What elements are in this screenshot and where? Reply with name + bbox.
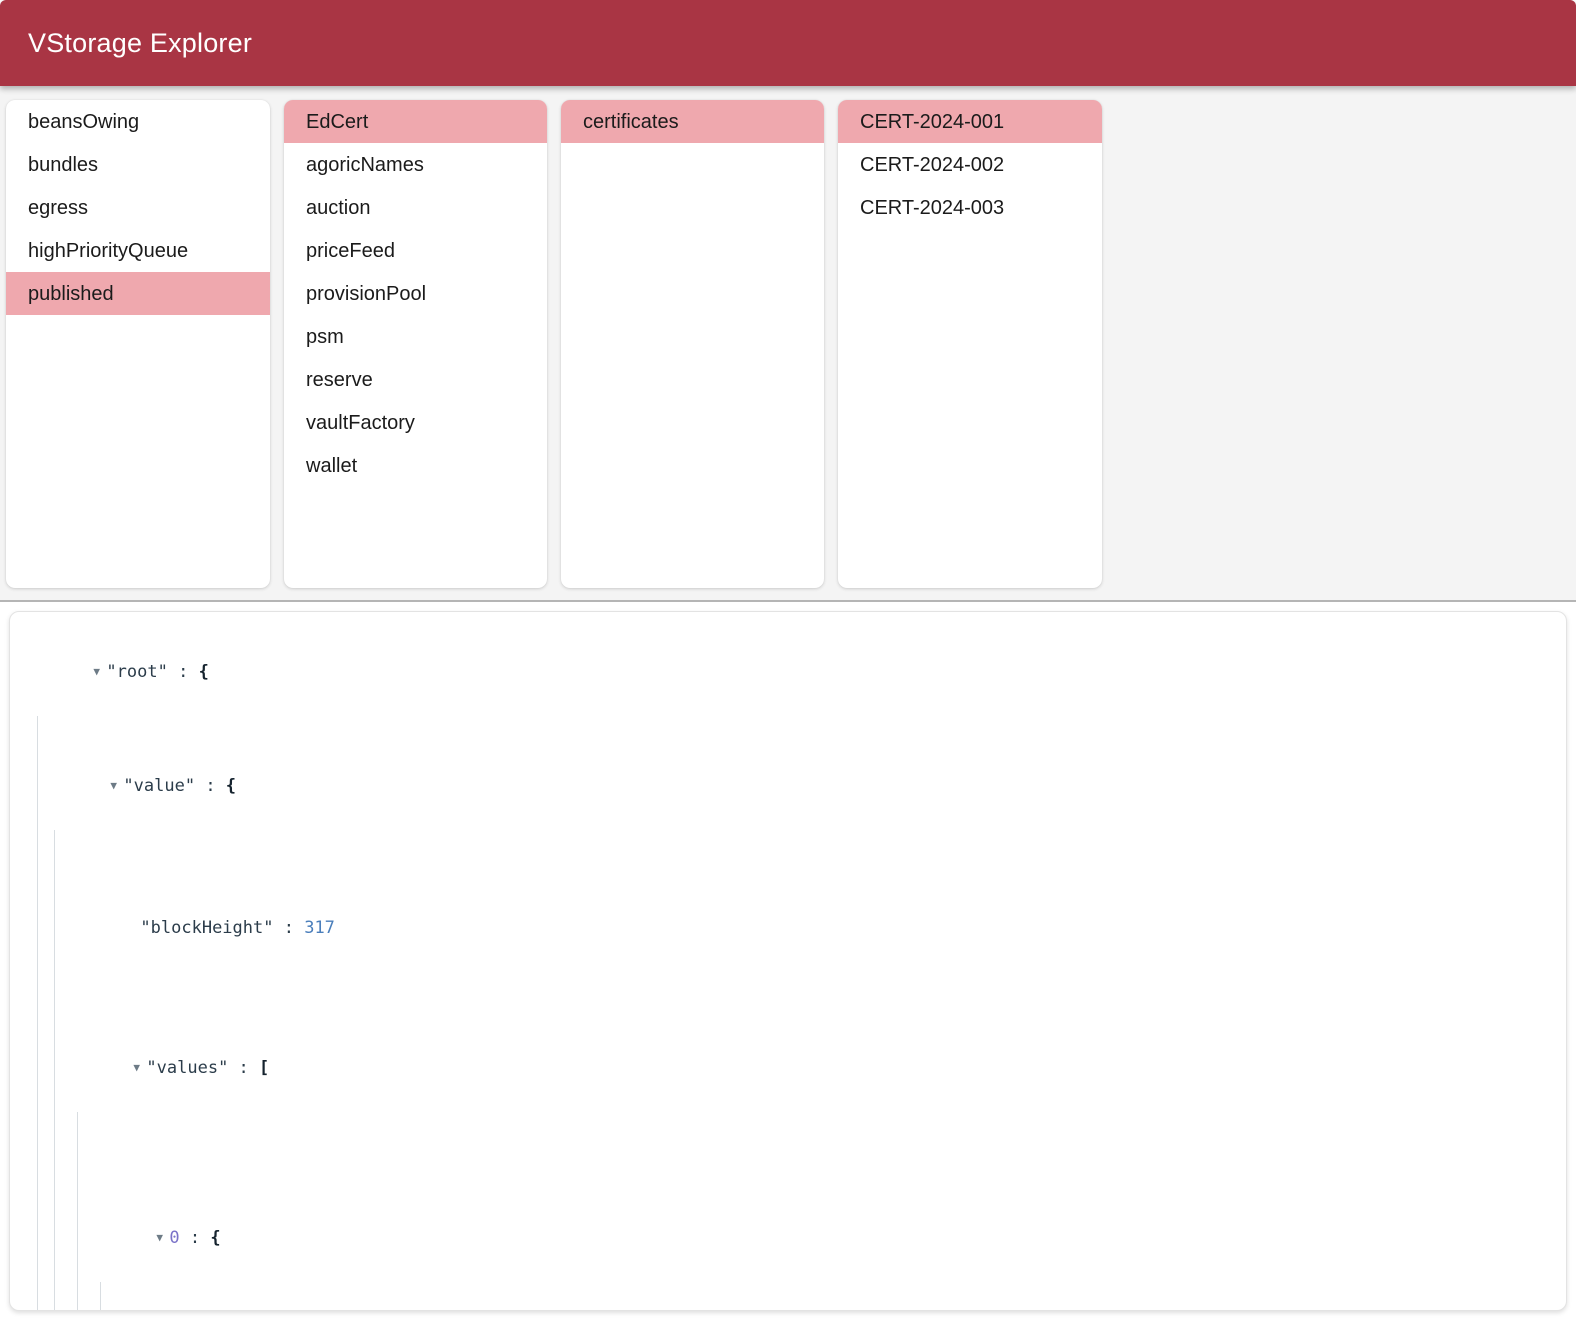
- json-open-brace: {: [225, 776, 237, 796]
- list-certificates: CERT-2024-001 CERT-2024-002 CERT-2024-00…: [838, 100, 1102, 229]
- json-number-value: 317: [304, 918, 335, 938]
- indent-guide: [54, 1282, 55, 1310]
- json-node-values[interactable]: ▼ "values" : [: [32, 970, 1566, 1112]
- section-divider: [0, 600, 1576, 602]
- indent-guide: [54, 830, 55, 970]
- json-node-root[interactable]: ▼ "root" : {: [32, 630, 1566, 716]
- json-node-index-0[interactable]: ▼ 0 : {: [32, 1112, 1566, 1282]
- page-title: VStorage Explorer: [28, 27, 253, 58]
- indent-guide: [37, 970, 38, 1112]
- list-item-selected-certificates[interactable]: certificates: [561, 100, 824, 143]
- indent-guide: [37, 830, 38, 970]
- chevron-down-icon[interactable]: ▼: [156, 1224, 169, 1252]
- browser-column-root: beansOwing bundles egress highPriorityQu…: [6, 100, 270, 588]
- indent-guide: [54, 1112, 55, 1282]
- list-item[interactable]: provisionPool: [284, 272, 547, 315]
- json-array-index: 0: [169, 1228, 180, 1248]
- list-item[interactable]: reserve: [284, 358, 547, 401]
- list-item-selected-cert-001[interactable]: CERT-2024-001: [838, 100, 1102, 143]
- json-colon: :: [195, 776, 226, 796]
- json-open-bracket: [: [259, 1058, 270, 1078]
- json-colon: :: [167, 662, 199, 682]
- indent-guide: [54, 970, 55, 1112]
- list-item[interactable]: psm: [284, 315, 547, 358]
- column-browser: beansOwing bundles egress highPriorityQu…: [0, 86, 1576, 600]
- list-item[interactable]: bundles: [6, 143, 270, 186]
- list-item[interactable]: priceFeed: [284, 229, 547, 272]
- json-key: "blockHeight": [140, 918, 274, 938]
- json-field-achievements: "achievements" : "Dean's List 2022-2024: [32, 1282, 1566, 1310]
- indent-guide: [37, 716, 38, 830]
- browser-column-edcert: certificates: [561, 100, 824, 588]
- list-root: beansOwing bundles egress highPriorityQu…: [6, 100, 270, 315]
- chevron-down-icon[interactable]: ▼: [133, 1054, 146, 1082]
- chevron-down-icon[interactable]: ▼: [93, 658, 106, 686]
- json-key: "value": [123, 776, 196, 796]
- list-item[interactable]: wallet: [284, 444, 547, 487]
- list-item-selected-edcert[interactable]: EdCert: [284, 100, 547, 143]
- json-viewer-panel: ▼ "root" : { ▼ "value" : { "blockHeight" :…: [9, 611, 1567, 1311]
- list-item[interactable]: egress: [6, 186, 270, 229]
- indent-guide: [77, 1282, 78, 1310]
- json-node-blockheight: "blockHeight" : 317: [32, 830, 1566, 970]
- list-edcert: certificates: [561, 100, 824, 143]
- indent-guide: [77, 1112, 78, 1282]
- indent-guide: [100, 1282, 101, 1310]
- indent-guide: [37, 1112, 38, 1282]
- list-item[interactable]: agoricNames: [284, 143, 547, 186]
- list-item[interactable]: CERT-2024-002: [838, 143, 1102, 186]
- json-node-value[interactable]: ▼ "value" : {: [32, 716, 1566, 830]
- json-colon: :: [179, 1228, 211, 1248]
- list-item[interactable]: beansOwing: [6, 100, 270, 143]
- list-item[interactable]: CERT-2024-003: [838, 186, 1102, 229]
- browser-column-published: EdCert agoricNames auction priceFeed pro…: [284, 100, 547, 588]
- list-item[interactable]: auction: [284, 186, 547, 229]
- indent-guide: [37, 1282, 38, 1310]
- json-colon: :: [273, 918, 305, 938]
- list-published: EdCert agoricNames auction priceFeed pro…: [284, 100, 547, 487]
- json-key: "root": [106, 662, 168, 682]
- app-header: VStorage Explorer: [0, 0, 1576, 86]
- json-open-brace: {: [198, 662, 209, 682]
- list-item[interactable]: vaultFactory: [284, 401, 547, 444]
- chevron-down-icon[interactable]: ▼: [110, 772, 123, 800]
- json-tree: ▼ "root" : { ▼ "value" : { "blockHeight" :…: [10, 630, 1566, 1310]
- list-item[interactable]: highPriorityQueue: [6, 229, 270, 272]
- list-item-selected-published[interactable]: published: [6, 272, 270, 315]
- json-colon: :: [228, 1058, 260, 1078]
- json-open-brace: {: [210, 1228, 221, 1248]
- json-key: "values": [146, 1058, 229, 1078]
- browser-column-certificates: CERT-2024-001 CERT-2024-002 CERT-2024-00…: [838, 100, 1102, 588]
